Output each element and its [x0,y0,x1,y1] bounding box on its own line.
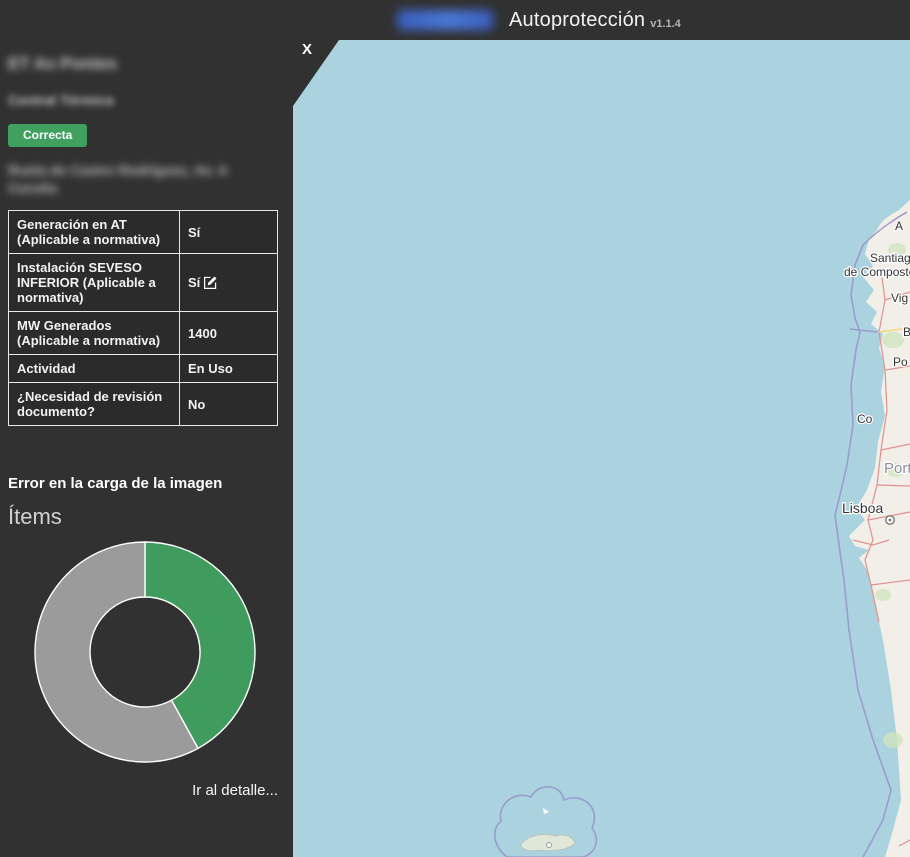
status-badge: Correcta [8,124,87,147]
attribute-label: Actividad [9,355,180,383]
app-logo-blurred [397,10,493,30]
app-title: Autoprotección [509,9,645,32]
attribute-value: 1400 [180,312,278,355]
city-marker-lisboa [886,516,894,524]
attribute-row: MW Generados (Aplicable a normativa)1400 [9,312,278,355]
attribute-value: En Uso [180,355,278,383]
attribute-row: Generación en AT (Aplicable a normativa)… [9,211,278,254]
map-close-button[interactable]: X [302,41,312,58]
map-place-label: Co [857,412,873,426]
items-heading: Ítems [8,504,285,530]
app-version: v1.1.4 [650,11,681,30]
go-to-detail-link[interactable]: Ir al detalle... [8,782,278,799]
edit-icon[interactable] [204,276,217,289]
map-place-label: Vig [891,291,908,305]
attribute-row: Instalación SEVESO INFERIOR (Aplicable a… [9,254,278,312]
map-place-label: B [903,325,910,339]
attribute-row: ActividadEn Uso [9,355,278,383]
image-load-error-text: Error en la carga de la imagen [8,475,285,492]
attribute-label: MW Generados (Aplicable a normativa) [9,312,180,355]
attribute-row: ¿Necesidad de revisión documento?No [9,383,278,426]
attribute-label: ¿Necesidad de revisión documento? [9,383,180,426]
map-place-label: Santiago [870,251,910,265]
attribute-label: Instalación SEVESO INFERIOR (Aplicable a… [9,254,180,312]
attribute-value: Sí [180,254,278,312]
attribute-value: Sí [180,211,278,254]
map-view[interactable]: A Santiagode Compostela Vig B Po Co Port Lisboa… [293,40,910,857]
items-donut-chart [33,540,257,764]
map-ocean [293,40,910,857]
attribute-label: Generación en AT (Aplicable a normativa) [9,211,180,254]
facility-name-redacted: ET As Pontes [8,54,285,74]
detail-sidebar: ET As Pontes Central Térmica Correcta Ru… [0,40,293,857]
facility-type-redacted: Central Térmica [8,92,285,108]
app-header: Autoprotección v1.1.4 [0,0,910,40]
map-place-label: Port [884,460,910,477]
map-place-label: Lisboa [842,500,883,516]
map-place-label: Po [893,355,908,369]
facility-address-redacted: Ruela de Castro Rodríguez, Av. A Coruña [8,161,270,197]
map-place-label: de Compostela [844,265,910,279]
attribute-value: No [180,383,278,426]
map-place-label: A [895,219,903,233]
attributes-table: Generación en AT (Aplicable a normativa)… [8,210,278,426]
